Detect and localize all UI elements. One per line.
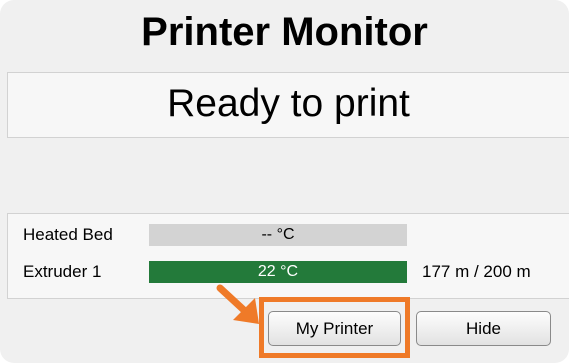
- status-panel: Ready to print: [7, 72, 569, 138]
- printer-monitor-window: Printer Monitor Ready to print Heated Be…: [0, 0, 569, 363]
- my-printer-button[interactable]: My Printer: [268, 311, 401, 346]
- extruder-1-filament-remaining: 177 m / 200 m: [422, 262, 531, 281]
- extruder-1-temperature-bar: 22 °C: [149, 261, 407, 283]
- status-text: Ready to print: [167, 82, 410, 125]
- hide-button[interactable]: Hide: [416, 311, 551, 346]
- heated-bed-temperature-value: -- °C: [261, 226, 295, 243]
- window-title: Printer Monitor: [141, 10, 428, 54]
- temperatures-panel: Heated Bed -- °C Extruder 1 22 °C 177 m …: [7, 213, 569, 299]
- extruder-1-label: Extruder 1: [23, 262, 102, 281]
- heated-bed-label: Heated Bed: [23, 225, 113, 244]
- extruder-1-temperature-value: 22 °C: [257, 263, 299, 280]
- heated-bed-temperature-bar: -- °C: [149, 224, 407, 246]
